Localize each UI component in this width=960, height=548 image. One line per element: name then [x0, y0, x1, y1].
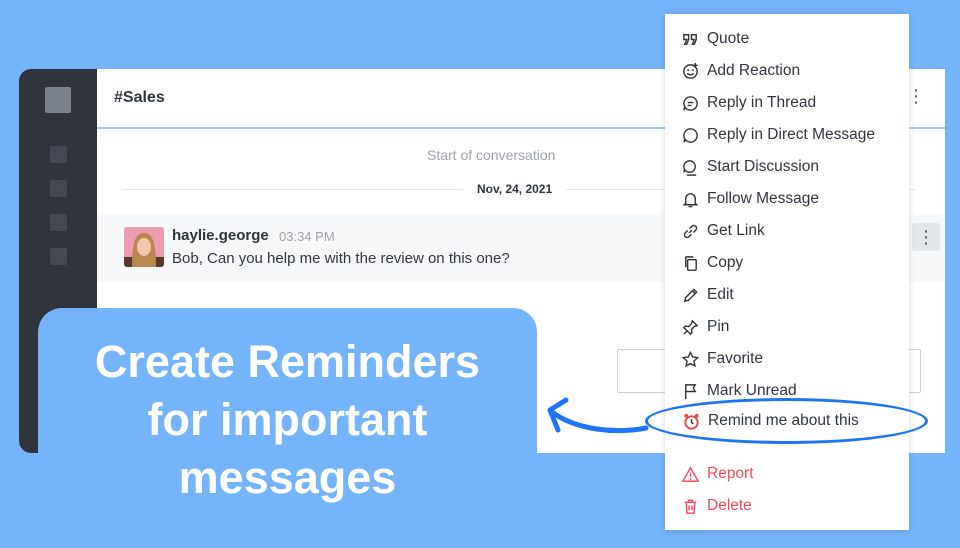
- copy-icon: [685, 255, 697, 271]
- menu-item-label: Reply in Direct Message: [707, 126, 875, 143]
- menu-item-label: Copy: [707, 254, 744, 271]
- menu-item-label: Quote: [707, 30, 750, 47]
- date-label: Nov, 24, 2021: [463, 182, 567, 196]
- menu-item-label: Pin: [707, 318, 730, 335]
- menu-item-delete[interactable]: Delete: [681, 494, 752, 518]
- quote-icon: [683, 33, 697, 45]
- avatar[interactable]: [124, 227, 164, 267]
- sidebar-icon[interactable]: [50, 214, 67, 231]
- callout-line: messages: [178, 452, 397, 503]
- menu-item-label: Reply in Thread: [707, 94, 817, 111]
- workspace-logo[interactable]: [45, 87, 71, 113]
- menu-item-label: Edit: [707, 286, 734, 303]
- message-kebab-icon[interactable]: ⋮: [912, 223, 940, 251]
- menu-item-label: Add Reaction: [707, 62, 801, 79]
- header-kebab-icon[interactable]: ⋮: [907, 87, 925, 105]
- message-text: Bob, Can you help me with the review on …: [172, 250, 510, 267]
- pencil-icon: [683, 287, 698, 302]
- flag-icon: [685, 383, 697, 399]
- discussion-icon: [683, 159, 697, 176]
- menu-item-get-link[interactable]: Get Link: [681, 219, 765, 243]
- trash-icon: [684, 499, 697, 514]
- star-icon: [681, 350, 700, 367]
- menu-item-report[interactable]: Report: [681, 462, 754, 486]
- menu-item-label: Report: [707, 465, 754, 482]
- warning-icon: [681, 465, 700, 482]
- message-time: 03:34 PM: [279, 229, 335, 244]
- promo-callout: Create Reminders for important messages: [38, 308, 537, 548]
- emoji-add-icon: [683, 62, 698, 79]
- bell-icon: [682, 192, 699, 207]
- link-icon: [683, 224, 698, 238]
- message-username[interactable]: haylie.george: [172, 227, 269, 244]
- thread-icon: [683, 95, 698, 111]
- menu-item-label: Favorite: [707, 350, 763, 367]
- sidebar-icon[interactable]: [50, 180, 67, 197]
- callout-line: for important: [147, 394, 428, 445]
- menu-item-reply-direct-message[interactable]: Reply in Direct Message: [681, 123, 875, 147]
- message-context-menu: Quote Add Reaction Reply in Thread Reply…: [665, 14, 909, 530]
- callout-line: Create Reminders: [94, 336, 481, 387]
- sidebar-icon[interactable]: [50, 146, 67, 163]
- pin-icon: [682, 319, 699, 335]
- menu-item-quote[interactable]: Quote: [681, 27, 749, 51]
- menu-item-label: Delete: [707, 497, 752, 514]
- chat-bubble-icon: [683, 127, 698, 143]
- start-of-conversation: Start of conversation: [427, 147, 556, 163]
- menu-item-add-reaction[interactable]: Add Reaction: [681, 59, 800, 83]
- menu-item-start-discussion[interactable]: Start Discussion: [681, 155, 819, 179]
- menu-item-copy[interactable]: Copy: [681, 251, 743, 275]
- menu-item-label: Start Discussion: [707, 158, 819, 175]
- menu-item-follow-message[interactable]: Follow Message: [681, 187, 819, 211]
- menu-item-pin[interactable]: Pin: [681, 315, 729, 339]
- menu-item-favorite[interactable]: Favorite: [681, 347, 763, 371]
- menu-item-edit[interactable]: Edit: [681, 283, 734, 307]
- pointer-arrow-icon: [547, 397, 649, 434]
- menu-item-label: Get Link: [707, 222, 765, 239]
- sidebar-icon[interactable]: [50, 248, 67, 265]
- channel-title: #Sales: [114, 89, 165, 106]
- menu-item-label: Follow Message: [707, 190, 819, 207]
- menu-item-reply-in-thread[interactable]: Reply in Thread: [681, 91, 816, 115]
- highlight-ring: [645, 398, 928, 444]
